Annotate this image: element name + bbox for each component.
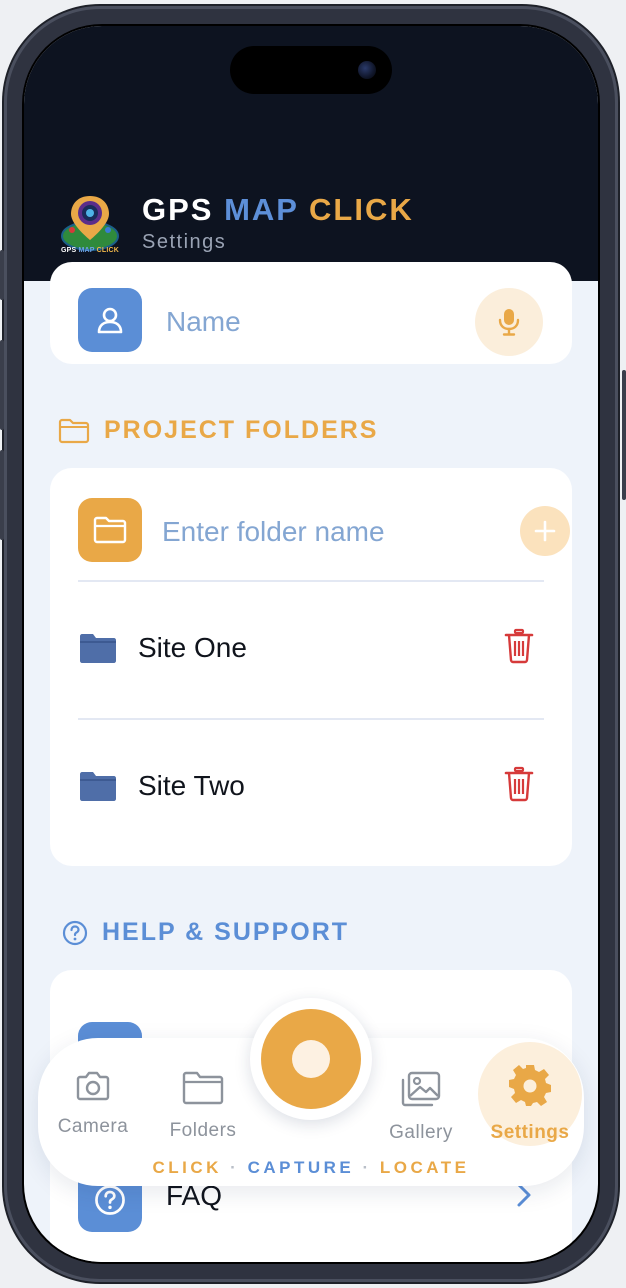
app-header: GPS MAP CLICK GPS MAP CLICK Settings (24, 26, 598, 281)
folder-item[interactable]: Site Two (78, 756, 544, 816)
app-title: GPS MAP CLICK (142, 192, 414, 228)
user-icon (78, 288, 142, 352)
front-camera (358, 61, 376, 79)
folder-name-input[interactable]: Enter folder name (162, 516, 385, 548)
microphone-icon (498, 309, 520, 336)
nav-folders[interactable]: Folders (148, 1070, 258, 1142)
add-folder-button[interactable] (520, 506, 570, 556)
app-logo: GPS MAP CLICK (58, 192, 122, 256)
logo-text: GPS MAP CLICK (60, 247, 120, 254)
name-input[interactable]: Name (166, 306, 241, 338)
nav-label: Gallery (389, 1122, 453, 1143)
tagline-capture: CAPTURE (247, 1158, 355, 1177)
help-support-heading: HELP & SUPPORT (62, 918, 349, 947)
capture-button-ring (261, 1009, 361, 1109)
tagline-click: CLICK (152, 1158, 222, 1177)
title-gps: GPS (142, 192, 214, 227)
folders-card: Enter folder name Site One Site Two (50, 468, 572, 866)
volume-up-button (0, 340, 4, 430)
nav-settings[interactable]: Settings (475, 1065, 585, 1144)
volume-down-button (0, 450, 4, 540)
tagline-separator: · (362, 1158, 372, 1177)
divider (78, 718, 544, 720)
plus-icon (534, 520, 556, 542)
project-folders-heading-label: PROJECT FOLDERS (104, 416, 379, 444)
nav-label: Folders (169, 1120, 237, 1141)
folder-outline-icon (93, 516, 127, 544)
folder-icon (80, 772, 116, 801)
gear-icon (509, 1065, 551, 1106)
microphone-button[interactable] (475, 288, 543, 356)
page-subtitle: Settings (142, 231, 227, 253)
trash-icon[interactable] (504, 766, 534, 802)
name-card: Name (50, 262, 572, 364)
folder-icon (80, 634, 116, 663)
folder-name: Site Two (138, 770, 245, 801)
folder-icon (182, 1071, 224, 1105)
phone-frame: GPS MAP CLICK GPS MAP CLICK Settings Nam… (4, 6, 618, 1282)
tagline-separator: · (230, 1158, 240, 1177)
tagline-locate: LOCATE (379, 1158, 470, 1177)
nav-label: Camera (57, 1116, 129, 1137)
title-map: MAP (224, 192, 299, 227)
tagline: CLICK · CAPTURE · LOCATE (38, 1158, 584, 1178)
title-click: CLICK (309, 192, 414, 227)
help-support-heading-label: HELP & SUPPORT (102, 918, 350, 946)
action-button (0, 250, 4, 300)
divider (78, 580, 544, 582)
folder-input-icon (78, 498, 142, 562)
folder-name: Site One (138, 632, 247, 663)
dynamic-island (230, 46, 392, 94)
question-circle-icon (62, 920, 88, 945)
trash-icon[interactable] (504, 628, 534, 664)
phone-bezel: GPS MAP CLICK GPS MAP CLICK Settings Nam… (22, 24, 600, 1264)
question-circle-icon (95, 1185, 125, 1215)
nav-camera[interactable]: Camera (38, 1070, 148, 1138)
nav-gallery[interactable]: Gallery (366, 1070, 476, 1144)
project-folders-heading: PROJECT FOLDERS (58, 416, 378, 445)
capture-button-core (292, 1040, 330, 1078)
power-button (622, 370, 626, 500)
folder-item[interactable]: Site One (78, 618, 544, 678)
camera-icon (76, 1071, 110, 1101)
folder-outline-icon (58, 418, 90, 443)
app-screen: GPS MAP CLICK GPS MAP CLICK Settings Nam… (24, 26, 598, 1262)
nav-label: Settings (490, 1122, 570, 1143)
gallery-icon (401, 1071, 441, 1107)
capture-button[interactable] (250, 998, 372, 1120)
